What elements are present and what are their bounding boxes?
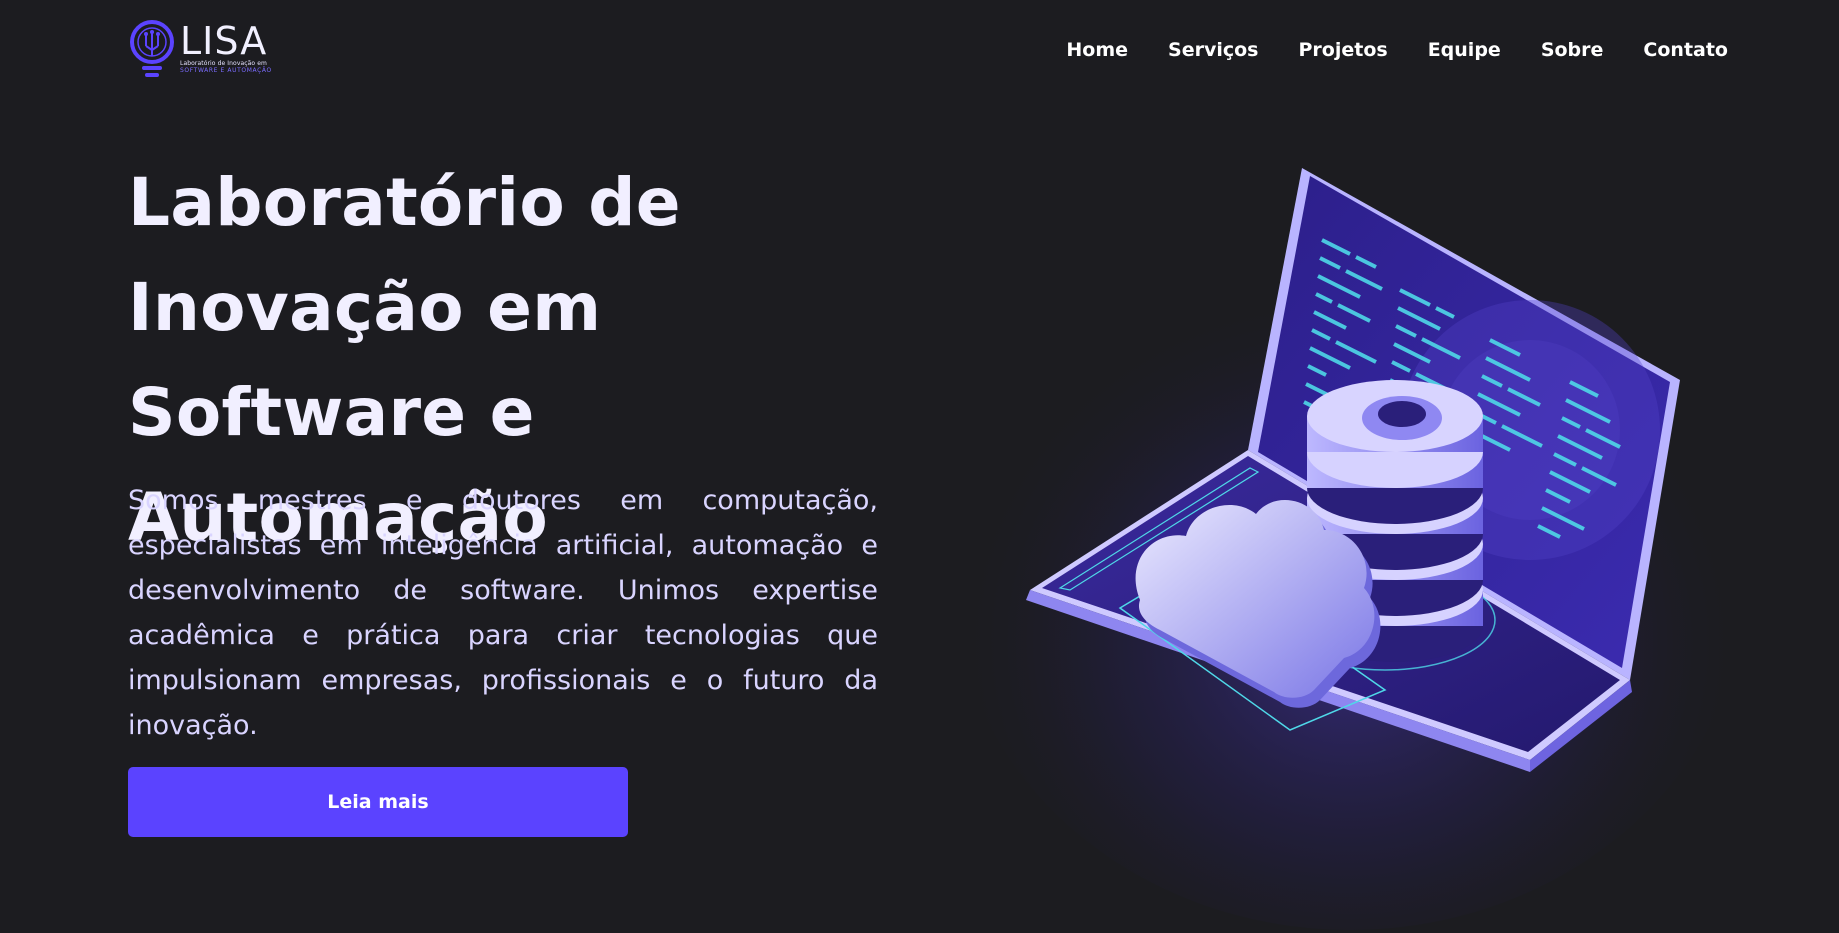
logo-subtitle-line1: Laboratório de Inovação em [180,60,267,67]
nav-projetos[interactable]: Projetos [1299,39,1388,61]
nav-sobre[interactable]: Sobre [1541,39,1604,61]
logo[interactable]: LISA Laboratório de Inovação em SOFTWARE… [128,18,272,82]
logo-text: LISA Laboratório de Inovação em SOFTWARE… [180,22,272,74]
lightbulb-circuit-icon [130,20,174,77]
logo-word: LISA [180,19,268,63]
nav-contato[interactable]: Contato [1643,39,1728,61]
nav-equipe[interactable]: Equipe [1428,39,1501,61]
nav-servicos[interactable]: Serviços [1168,39,1258,61]
main-nav: Home Serviços Projetos Equipe Sobre Cont… [1066,39,1728,61]
page: LISA Laboratório de Inovação em SOFTWARE… [0,0,1839,933]
logo-subtitle-line2: SOFTWARE E AUTOMAÇÃO [180,67,272,74]
read-more-button[interactable]: Leia mais [128,767,628,837]
hero-description: Somos mestres e doutores em computação, … [128,485,878,741]
site-header: LISA Laboratório de Inovação em SOFTWARE… [128,0,1728,100]
nav-home[interactable]: Home [1066,39,1128,61]
laptop-database-cloud-illustration [950,168,1750,930]
